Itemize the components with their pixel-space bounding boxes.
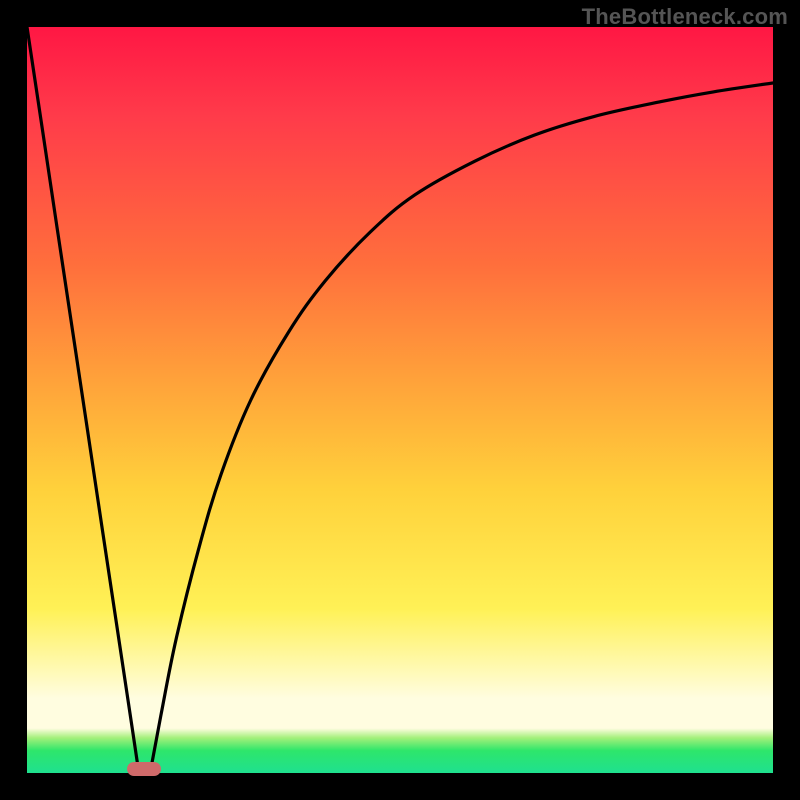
right-branch-curve xyxy=(150,83,773,773)
plot-area xyxy=(27,27,773,773)
chart-frame: TheBottleneck.com xyxy=(0,0,800,800)
bottleneck-marker xyxy=(127,762,161,776)
curve-layer xyxy=(27,27,773,773)
left-branch-curve xyxy=(27,27,139,773)
watermark-text: TheBottleneck.com xyxy=(582,4,788,30)
